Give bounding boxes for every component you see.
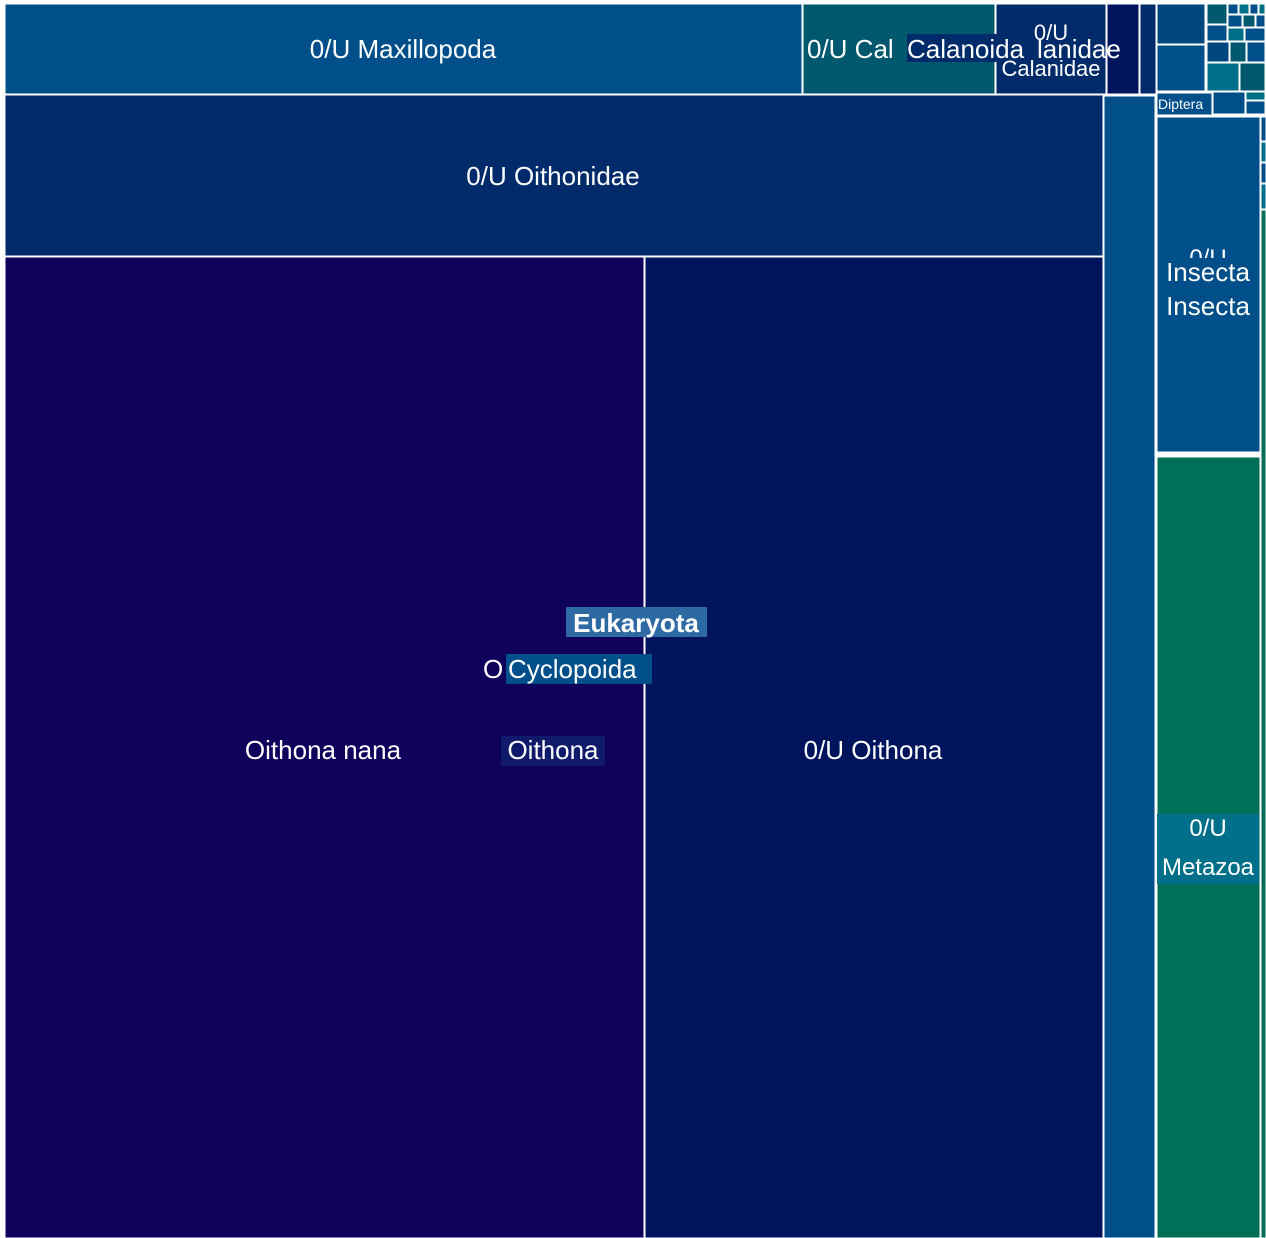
small-tile[interactable] — [1227, 14, 1243, 28]
small-tile[interactable] — [1244, 27, 1266, 42]
small-tile[interactable] — [1229, 41, 1247, 63]
ou-metazoa-top-label: 0/U — [1189, 815, 1226, 842]
oithona-nana-label[interactable]: Oithona nana — [245, 735, 402, 765]
small-tile[interactable] — [1242, 14, 1256, 28]
treemap-chart: Eukaryota O Cyclopoida Oithona Oithona n… — [4, 3, 1266, 1238]
ou-calanoida-label[interactable]: 0/U Cal — [807, 34, 894, 64]
small-tile[interactable] — [1206, 24, 1228, 42]
ou-oithona-label[interactable]: 0/U Oithona — [804, 735, 943, 765]
small-tile[interactable] — [1156, 44, 1206, 92]
ou-oithonidae-label[interactable]: 0/U Oithonidae — [466, 161, 639, 191]
calanidae-label-tail[interactable]: lanidae — [1037, 34, 1121, 64]
ou-maxillopoda-label[interactable]: 0/U Maxillopoda — [310, 34, 497, 64]
ou-insecta-bottom-label[interactable]: Insecta — [1166, 291, 1250, 321]
small-tile[interactable] — [1255, 14, 1266, 28]
small-tile[interactable] — [1227, 27, 1245, 42]
small-tile[interactable] — [1260, 183, 1266, 210]
calanoida-label[interactable]: Calanoida — [907, 34, 1025, 64]
small-tile[interactable] — [1206, 62, 1240, 92]
tile-cyclopoida-strip[interactable] — [1103, 95, 1156, 1238]
small-tile[interactable] — [1245, 91, 1266, 101]
small-tile[interactable] — [1238, 3, 1250, 15]
small-tile[interactable] — [1156, 3, 1206, 45]
small-tile[interactable] — [1260, 162, 1266, 184]
small-tile[interactable] — [1260, 116, 1266, 142]
tile-calanidae-c[interactable] — [1139, 3, 1157, 95]
small-tile[interactable] — [1212, 91, 1246, 115]
small-tile[interactable] — [1249, 3, 1259, 15]
diptera-label[interactable]: Diptera — [1158, 96, 1203, 112]
small-tile[interactable] — [1260, 141, 1266, 163]
eukaryota-label[interactable]: Eukaryota — [573, 608, 699, 638]
small-tile[interactable] — [1227, 3, 1239, 15]
small-tile[interactable] — [1239, 62, 1266, 92]
small-tile[interactable] — [1206, 41, 1230, 63]
small-tile[interactable] — [1258, 3, 1266, 15]
cyclopoida-prefix-label: O — [483, 654, 503, 684]
cyclopoida-label[interactable]: Cyclopoida — [508, 654, 637, 684]
small-tile[interactable] — [1206, 3, 1228, 25]
insecta-label[interactable]: Insecta — [1166, 257, 1250, 287]
oithona-label[interactable]: Oithona — [507, 735, 599, 765]
tile-metazoa-edge[interactable] — [1260, 209, 1266, 1238]
small-tile[interactable] — [1246, 41, 1266, 63]
small-tile[interactable] — [1245, 100, 1266, 115]
ou-metazoa-bottom-label[interactable]: Metazoa — [1162, 854, 1255, 881]
